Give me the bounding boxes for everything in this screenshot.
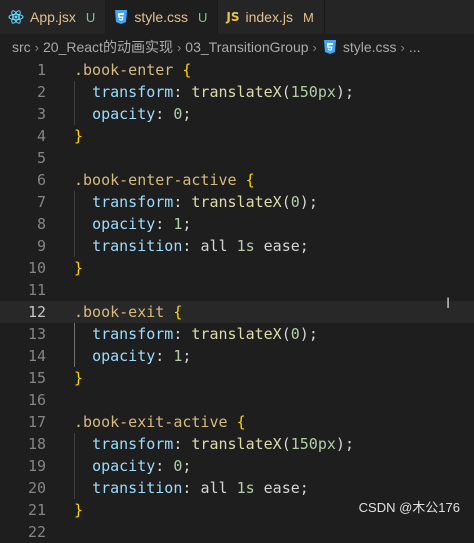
line-number: 9	[36, 237, 46, 255]
indent-guide	[74, 191, 75, 257]
tab-index-js[interactable]: JS index.js M	[218, 0, 325, 34]
code-line[interactable]: 7 transform: translateX(0);	[0, 191, 474, 213]
line-number: 7	[36, 193, 46, 211]
line-number: 2	[36, 83, 46, 101]
code-line[interactable]: 3 opacity: 0;	[0, 103, 474, 125]
code-text: transition: all 1s ease;	[92, 479, 309, 497]
line-number: 8	[36, 215, 46, 233]
code-text: transform: translateX(150px);	[92, 435, 354, 453]
code-text: .book-enter {	[74, 61, 192, 79]
code-text: transform: translateX(0);	[92, 193, 318, 211]
code-text: transform: translateX(0);	[92, 325, 318, 343]
line-number: 20	[27, 479, 46, 497]
indent-guide	[74, 323, 75, 367]
code-line[interactable]: 14 opacity: 1;	[0, 345, 474, 367]
breadcrumb: src › 20_React的动画实现 › 03_TransitionGroup…	[0, 34, 474, 60]
chevron-right-icon: ›	[400, 39, 405, 55]
code-text: opacity: 0;	[92, 457, 192, 475]
git-status-badge: U	[198, 9, 208, 25]
css-icon	[115, 10, 128, 24]
breadcrumb-folder[interactable]: 20_React的动画实现	[43, 37, 173, 57]
watermark: CSDN @木公176	[358, 500, 460, 515]
line-number: 21	[27, 501, 46, 519]
code-line[interactable]: 4}	[0, 125, 474, 147]
line-number: 6	[36, 171, 46, 189]
code-text: .book-exit {	[74, 303, 183, 321]
line-number: 5	[36, 149, 46, 167]
code-line[interactable]: 10}	[0, 257, 474, 279]
breadcrumb-src[interactable]: src	[12, 39, 31, 55]
line-number: 18	[27, 435, 46, 453]
code-line[interactable]: 20 transition: all 1s ease;	[0, 477, 474, 499]
line-number: 14	[27, 347, 46, 365]
chevron-right-icon: ›	[176, 39, 182, 55]
git-status-badge: U	[85, 9, 96, 25]
tab-app-jsx[interactable]: App.jsx U	[0, 0, 107, 34]
line-number: 22	[27, 523, 46, 541]
breadcrumb-file[interactable]: style.css	[343, 39, 397, 55]
code-text: transform: translateX(150px);	[92, 83, 354, 101]
breadcrumb-symbol[interactable]: ...	[409, 39, 421, 55]
line-number: 13	[27, 325, 46, 343]
code-text: opacity: 1;	[92, 215, 192, 233]
line-number: 16	[27, 391, 46, 409]
code-line[interactable]: 9 transition: all 1s ease;	[0, 235, 474, 257]
code-line[interactable]: 12 .book-exit {	[0, 301, 474, 323]
code-line[interactable]: 5	[0, 147, 474, 169]
tab-label: App.jsx	[30, 9, 76, 25]
tab-label: index.js	[245, 9, 293, 25]
chevron-right-icon: ›	[312, 39, 317, 55]
code-line[interactable]: 17 .book-exit-active {	[0, 411, 474, 433]
code-text: transition: all 1s ease;	[92, 237, 309, 255]
code-text: opacity: 1;	[92, 347, 192, 365]
code-text: .book-exit-active {	[74, 413, 246, 431]
code-line[interactable]: 19 opacity: 0;	[0, 455, 474, 477]
tab-label: style.css	[134, 9, 188, 25]
code-line[interactable]: 8 opacity: 1;	[0, 213, 474, 235]
code-line[interactable]: 1 .book-enter {	[0, 59, 474, 81]
indent-guide	[74, 433, 75, 499]
line-number: 19	[27, 457, 46, 475]
breadcrumb-subfolder[interactable]: 03_TransitionGroup	[185, 39, 308, 55]
code-text: opacity: 0;	[92, 105, 192, 123]
code-line[interactable]: 11	[0, 279, 474, 301]
line-number: 3	[36, 105, 46, 123]
code-line[interactable]: 6 .book-enter-active {	[0, 169, 474, 191]
code-text: }	[74, 127, 84, 145]
js-icon: JS	[226, 10, 240, 24]
code-text: }	[74, 369, 84, 387]
line-number: 12	[27, 303, 46, 321]
code-line[interactable]: 16	[0, 389, 474, 411]
code-line[interactable]: 15}	[0, 367, 474, 389]
code-text: }	[74, 259, 84, 277]
css-icon	[323, 40, 336, 54]
line-number: 4	[36, 127, 46, 145]
text-cursor-icon: I	[446, 296, 451, 312]
react-icon	[8, 10, 24, 24]
code-editor[interactable]: 1 .book-enter { 2 transform: translateX(15…	[0, 59, 474, 541]
line-number: 15	[27, 369, 46, 387]
line-number: 17	[27, 413, 46, 431]
code-text: }	[74, 501, 84, 519]
line-number: 10	[27, 259, 46, 277]
indent-guide	[74, 81, 75, 125]
code-line[interactable]: 13 transform: translateX(0);	[0, 323, 474, 345]
tab-style-css[interactable]: style.css U	[106, 0, 219, 34]
editor-tab-bar: App.jsx U style.css U JS index.js M	[0, 0, 474, 34]
code-text: .book-enter-active {	[74, 171, 255, 189]
line-number: 11	[27, 281, 46, 299]
chevron-right-icon: ›	[34, 39, 40, 55]
code-line[interactable]: 18 transform: translateX(150px);	[0, 433, 474, 455]
line-number: 1	[36, 61, 46, 79]
code-line[interactable]: 2 transform: translateX(150px);	[0, 81, 474, 103]
git-status-badge: M	[302, 9, 314, 25]
code-line[interactable]: 22	[0, 521, 474, 543]
